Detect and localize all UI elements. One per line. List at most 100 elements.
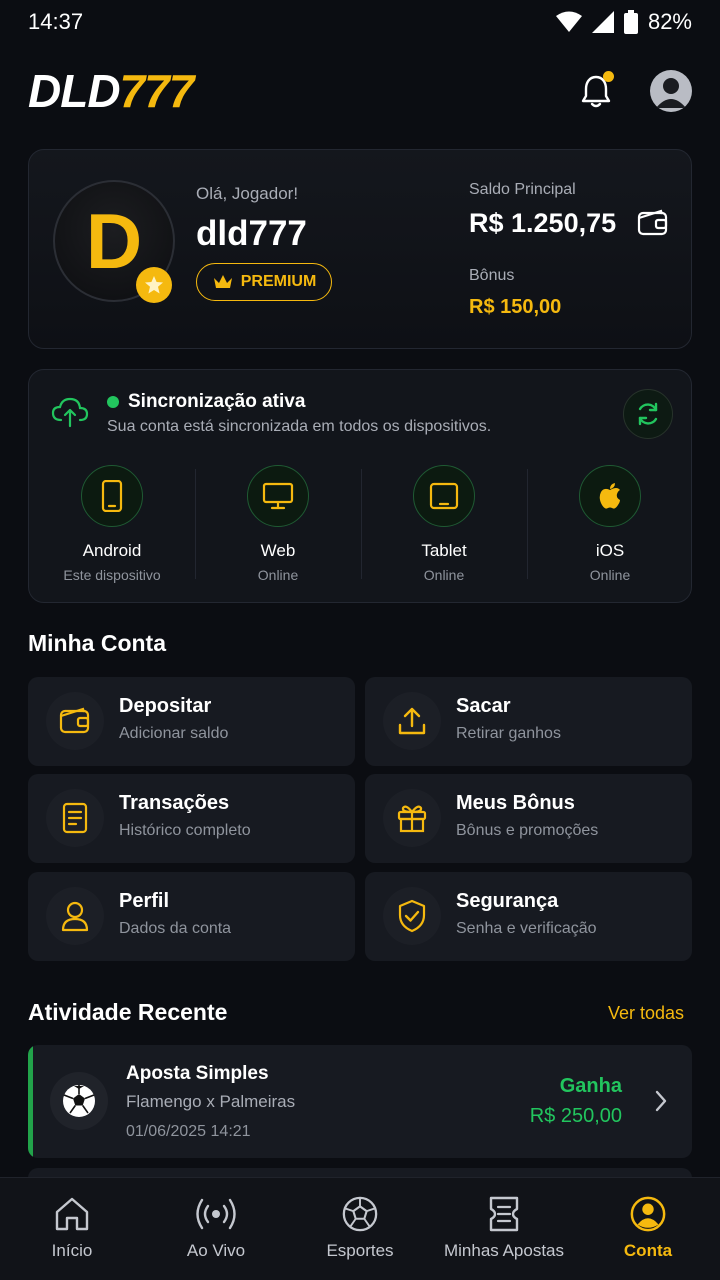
wallet-icon[interactable] <box>637 208 669 238</box>
profile-tile[interactable]: Perfil Dados da conta <box>28 872 355 961</box>
sync-card: Sincronização ativa Sua conta está sincr… <box>28 369 692 603</box>
tile-subtitle: Senha e verificação <box>456 920 597 937</box>
tile-title: Sacar <box>456 695 511 717</box>
star-badge <box>136 267 172 303</box>
nav-home[interactable]: Início <box>0 1178 144 1280</box>
tile-title: Perfil <box>119 890 170 912</box>
transactions-tile[interactable]: Transações Histórico completo <box>28 774 355 863</box>
activity-status: Ganha <box>559 1075 622 1097</box>
sync-status-dot <box>107 396 119 408</box>
nav-label: Esportes <box>326 1241 394 1260</box>
battery-icon <box>623 10 638 34</box>
profile-username: dld777 <box>196 214 307 253</box>
app-logo[interactable]: DLD777 <box>28 65 195 117</box>
balance-label: Saldo Principal <box>469 181 576 198</box>
status-bar: 14:37 82% <box>0 0 720 44</box>
bottom-nav: Início Ao Vivo Esportes Minhas Apostas C… <box>0 1177 720 1280</box>
header-actions <box>576 70 692 112</box>
bonus-value: R$ 150,00 <box>469 296 562 318</box>
nav-label: Minhas Apostas <box>443 1241 564 1260</box>
security-tile[interactable]: Segurança Senha e verificação <box>365 872 692 961</box>
activity-title: Aposta Simples <box>126 1063 269 1084</box>
tile-icon-wrap <box>46 789 104 847</box>
tile-subtitle: Bônus e promoções <box>456 822 599 839</box>
monitor-icon <box>262 482 294 510</box>
tile-title: Depositar <box>119 695 212 717</box>
device-android[interactable]: Android Este dispositivo <box>29 465 195 585</box>
chevron-right-icon <box>655 1090 667 1112</box>
notification-dot <box>603 71 614 82</box>
wallet-icon <box>59 707 90 734</box>
home-icon <box>55 1197 89 1231</box>
withdraw-tile[interactable]: Sacar Retirar ganhos <box>365 677 692 766</box>
refresh-icon <box>638 402 658 426</box>
device-status: Online <box>257 567 299 583</box>
profile-greeting: Olá, Jogador! <box>196 184 299 203</box>
device-icon-wrap <box>413 465 475 527</box>
user-avatar-button[interactable] <box>650 70 692 112</box>
tile-subtitle: Dados da conta <box>119 920 232 937</box>
device-name: Tablet <box>421 541 467 560</box>
nav-account[interactable]: Conta <box>576 1178 720 1280</box>
signal-icon <box>591 11 614 33</box>
nav-label: Início <box>51 1241 93 1260</box>
user-avatar-icon <box>656 78 686 108</box>
crown-icon <box>213 275 232 288</box>
tile-subtitle: Adicionar saldo <box>119 725 229 742</box>
nav-sports[interactable]: Esportes <box>288 1178 432 1280</box>
see-all-link[interactable]: Ver todas <box>608 1003 684 1024</box>
document-icon <box>62 802 88 834</box>
nav-live[interactable]: Ao Vivo <box>144 1178 288 1280</box>
deposit-tile[interactable]: Depositar Adicionar saldo <box>28 677 355 766</box>
tile-title: Segurança <box>456 890 559 912</box>
profile-card: D Olá, Jogador! dld777 PREMIUM Saldo Pri… <box>28 149 692 349</box>
balance-value: R$ 1.250,75 <box>469 208 617 238</box>
app-header: DLD777 <box>0 56 720 126</box>
tile-icon-wrap <box>383 887 441 945</box>
logo-text-gold: 777 <box>119 65 195 117</box>
apple-icon <box>599 483 620 509</box>
activity-date: 01/06/2025 14:21 <box>126 1123 251 1140</box>
activity-item[interactable]: Aposta Simples Flamengo x Palmeiras 01/0… <box>28 1045 692 1158</box>
soccer-ball-icon <box>63 1085 95 1117</box>
device-name: Android <box>82 541 142 560</box>
ticket-icon <box>489 1196 519 1232</box>
user-icon <box>61 901 89 932</box>
notifications-button[interactable] <box>576 71 616 111</box>
nav-my-bets[interactable]: Minhas Apostas <box>432 1178 576 1280</box>
activity-icon-wrap <box>50 1072 108 1130</box>
ball-icon <box>342 1196 378 1232</box>
tile-subtitle: Retirar ganhos <box>456 725 561 742</box>
nav-label: Ao Vivo <box>186 1241 246 1260</box>
sync-title: Sincronização ativa <box>107 391 305 413</box>
device-ios[interactable]: iOS Online <box>527 465 693 585</box>
bonuses-tile[interactable]: Meus Bônus Bônus e promoções <box>365 774 692 863</box>
refresh-sync-button[interactable] <box>623 389 673 439</box>
device-list: Android Este dispositivo Web Online Tabl… <box>29 465 693 585</box>
device-name: iOS <box>595 541 625 560</box>
sync-title-text: Sincronização ativa <box>128 391 306 412</box>
device-status: Este dispositivo <box>63 567 161 583</box>
phone-icon <box>101 480 123 512</box>
device-web[interactable]: Web Online <box>195 465 361 585</box>
tile-subtitle: Histórico completo <box>119 822 251 839</box>
activity-accent-bar <box>28 1045 33 1158</box>
account-icon <box>630 1196 666 1232</box>
device-tablet[interactable]: Tablet Online <box>361 465 527 585</box>
account-section-title: Minha Conta <box>28 630 166 656</box>
tile-icon-wrap <box>46 887 104 945</box>
activity-section-title: Atividade Recente <box>28 999 228 1025</box>
premium-badge: PREMIUM <box>196 263 332 301</box>
tile-icon-wrap <box>383 789 441 847</box>
wifi-icon <box>555 11 582 32</box>
tile-icon-wrap <box>46 692 104 750</box>
logo-text-white: DLD <box>28 65 121 117</box>
tile-title: Meus Bônus <box>456 792 575 814</box>
profile-avatar-letter: D <box>85 197 143 285</box>
premium-label: PREMIUM <box>240 273 317 290</box>
sync-subtitle: Sua conta está sincronizada em todos os … <box>107 418 492 435</box>
device-status: Online <box>423 567 465 583</box>
device-status: Online <box>589 567 631 583</box>
device-icon-wrap <box>247 465 309 527</box>
battery-level: 82% <box>647 9 692 34</box>
